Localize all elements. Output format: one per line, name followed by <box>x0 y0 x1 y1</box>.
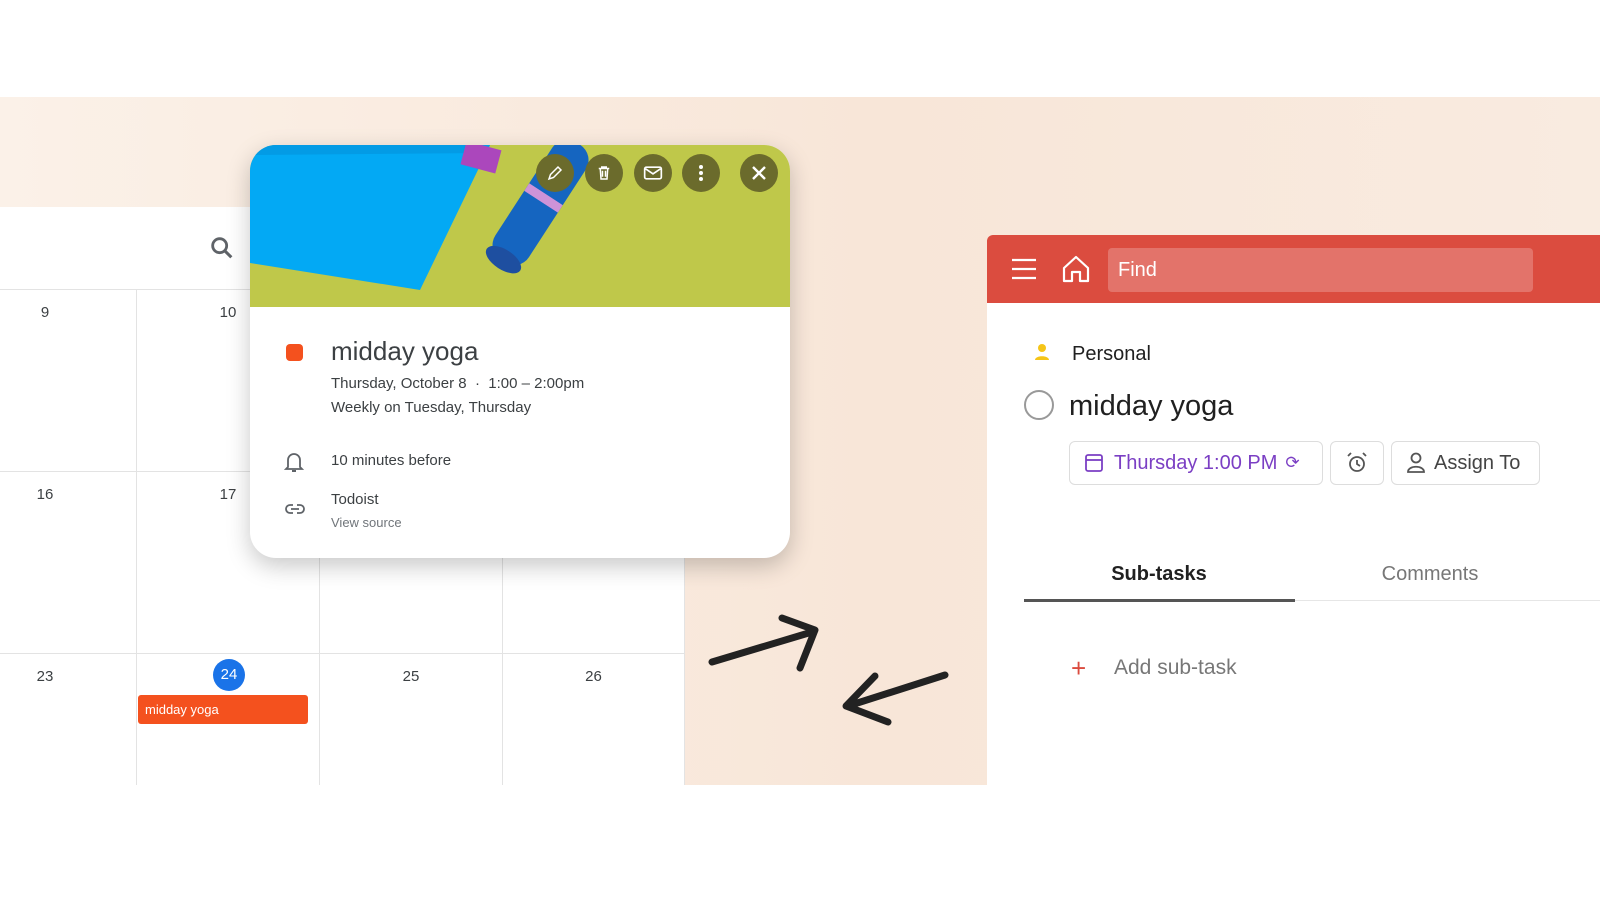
day-cell[interactable]: 26 <box>503 654 685 785</box>
edit-button[interactable] <box>536 154 574 192</box>
todoist-task-panel: Find Personal midday yoga Thursday 1:00 … <box>987 235 1600 785</box>
day-number: 23 <box>36 668 54 685</box>
tab-sub-tasks[interactable]: Sub-tasks <box>1024 563 1294 586</box>
plus-icon: + <box>1071 653 1087 683</box>
assign-to-label: Assign To <box>1434 451 1521 474</box>
search-icon[interactable] <box>208 234 236 262</box>
event-datetime: Thursday, October 8 · 1:00 – 2:00pm <box>331 375 585 392</box>
person-icon <box>1407 452 1425 473</box>
email-button[interactable] <box>634 154 672 192</box>
active-tab-indicator <box>1024 599 1295 602</box>
link-icon <box>285 504 305 514</box>
event-recurrence: Weekly on Tuesday, Thursday <box>331 399 532 416</box>
more-options-button[interactable] <box>682 154 720 192</box>
assign-to-button[interactable]: Assign To <box>1391 441 1540 485</box>
tab-comments[interactable]: Comments <box>1295 563 1565 586</box>
recurring-icon: ⟳ <box>1285 453 1300 472</box>
day-number: 26 <box>585 668 602 685</box>
task-title[interactable]: midday yoga <box>1069 390 1233 423</box>
bell-icon <box>284 453 304 472</box>
day-number: 9 <box>40 304 50 321</box>
more-icon <box>699 165 703 181</box>
project-label[interactable]: Personal <box>1072 343 1151 366</box>
add-sub-task-button[interactable]: Add sub-task <box>1114 656 1237 680</box>
day-cell-today[interactable]: 24 midday yoga <box>137 654 320 785</box>
delete-icon <box>598 166 610 180</box>
person-project-icon <box>1035 344 1049 360</box>
event-title: midday yoga <box>331 336 479 366</box>
task-complete-checkbox[interactable] <box>1024 390 1054 420</box>
day-cell[interactable]: 16 <box>0 472 137 654</box>
edit-icon <box>547 165 563 181</box>
calendar-icon <box>1085 454 1103 472</box>
today-badge: 24 <box>213 659 245 691</box>
due-date-button[interactable]: Thursday 1:00 PM ⟳ <box>1069 441 1323 485</box>
due-date-text: Thursday 1:00 PM <box>1114 451 1278 474</box>
day-number: 16 <box>36 486 54 503</box>
search-input[interactable]: Find <box>1108 248 1533 292</box>
alarm-clock-icon <box>1347 452 1367 472</box>
day-cell[interactable]: 23 <box>0 654 137 785</box>
menu-icon[interactable] <box>1011 257 1037 281</box>
event-header-illustration <box>250 145 790 307</box>
reminder-button[interactable] <box>1330 441 1384 485</box>
home-icon[interactable] <box>1061 254 1091 284</box>
todoist-top-bar: Find <box>987 235 1600 303</box>
source-name: Todoist <box>331 491 379 508</box>
reminder-text: 10 minutes before <box>331 452 452 469</box>
email-icon <box>643 166 663 180</box>
close-button[interactable] <box>740 154 778 192</box>
event-chip-midday-yoga[interactable]: midday yoga <box>138 695 308 724</box>
day-cell[interactable]: 25 <box>320 654 503 785</box>
event-color-swatch <box>286 344 303 361</box>
event-details-popup: midday yoga Thursday, October 8 · 1:00 –… <box>250 145 790 558</box>
view-source-link[interactable]: View source <box>331 515 402 530</box>
delete-button[interactable] <box>585 154 623 192</box>
sync-arrows-illustration <box>708 614 949 726</box>
day-cell[interactable]: 9 <box>0 290 137 472</box>
close-icon <box>752 166 766 180</box>
day-number: 25 <box>402 668 420 685</box>
